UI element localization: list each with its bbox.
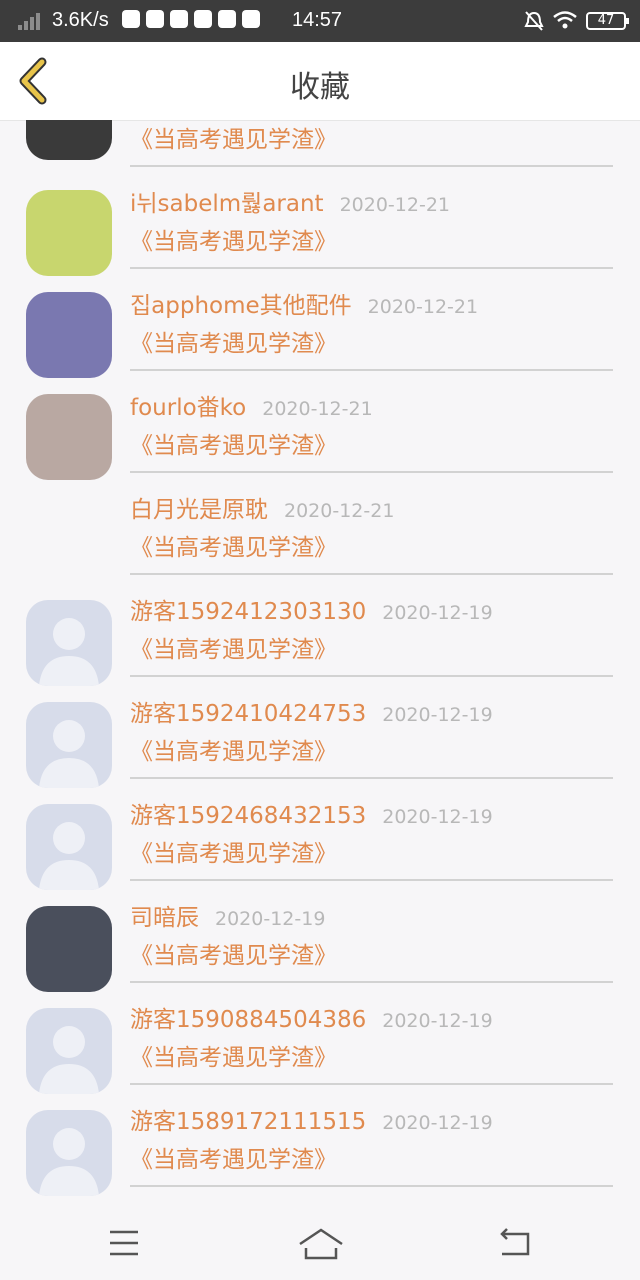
book-title: 《当高考遇见学渣》 — [130, 331, 337, 357]
signal-icon — [18, 12, 44, 30]
date: 2020-12-21 — [367, 296, 479, 318]
date: 2020-12-19 — [215, 908, 326, 930]
network-speed: 3.6K/s — [52, 9, 109, 31]
book-title: 《当高考遇见学渣》 — [130, 739, 337, 765]
list-item[interactable]: 游客1589172111515 2020-12-19 《当高考遇见学渣》 — [0, 1090, 640, 1196]
wifi-icon — [553, 11, 577, 29]
user-silhouette-icon — [39, 822, 99, 890]
user-name: 白月光是原耽 — [130, 497, 268, 523]
user-name: 집apphome其他配件 — [130, 293, 352, 319]
page-title: 收藏 — [290, 70, 350, 105]
divider — [130, 267, 613, 269]
date: 2020-12-21 — [339, 194, 450, 216]
wechat-icon — [146, 10, 164, 28]
date: 2020-12-19 — [382, 602, 493, 624]
book-title: 《当高考遇见学渣》 — [130, 127, 337, 153]
date: 2020-12-21 — [262, 398, 373, 420]
avatar — [26, 120, 112, 160]
divider — [130, 777, 613, 779]
cloud-icon — [170, 10, 188, 28]
battery-indicator: 47 — [586, 12, 629, 30]
return-icon — [500, 1228, 530, 1256]
user-name: fourlo畨ko — [130, 395, 247, 421]
app-notification-icon — [122, 10, 140, 28]
divider — [130, 879, 613, 881]
clock: 14:57 — [292, 9, 343, 31]
list-item[interactable]: fourlo畨ko 2020-12-21 《当高考遇见学渣》 — [0, 376, 640, 480]
menu-button[interactable] — [104, 1222, 144, 1262]
mail-icon — [194, 10, 212, 28]
return-button[interactable] — [496, 1222, 536, 1262]
user-name: 游客1592410424753 — [130, 701, 367, 727]
avatar — [26, 394, 112, 480]
default-avatar — [26, 804, 112, 890]
user-name: i뉘sabelm뤓arant — [130, 191, 324, 217]
home-icon — [299, 1228, 343, 1260]
crown-icon — [242, 10, 260, 28]
list-item[interactable]: i뉘sabelm뤓arant 2020-12-21 《当高考遇见学渣》 — [0, 172, 640, 276]
divider — [130, 471, 613, 473]
divider — [130, 1083, 613, 1085]
default-avatar — [26, 702, 112, 788]
menu-icon — [110, 1230, 138, 1256]
user-name: 游客1592412303130 — [130, 599, 367, 625]
list-item[interactable]: 司暗辰 2020-12-19 《当高考遇见学渣》 — [0, 886, 640, 992]
date: 2020-12-19 — [382, 1112, 493, 1134]
notification-icons — [122, 10, 260, 28]
divider — [130, 369, 613, 371]
divider — [130, 573, 613, 575]
mute-bell-icon — [524, 11, 544, 31]
book-title: 《当高考遇见学渣》 — [130, 1045, 337, 1071]
book-title: 《当高考遇见学渣》 — [130, 1147, 337, 1173]
divider — [130, 981, 613, 983]
divider — [130, 1185, 613, 1187]
user-name: 游客1590884504386 — [130, 1007, 367, 1033]
list-item[interactable]: 白月光是原耽 2020-12-21 《当高考遇见学渣》 — [0, 478, 640, 580]
list-item[interactable]: 游客1592412303130 2020-12-19 《当高考遇见学渣》 — [0, 580, 640, 686]
default-avatar — [26, 1008, 112, 1094]
list-item[interactable]: 游客1592410424753 2020-12-19 《当高考遇见学渣》 — [0, 682, 640, 788]
avatar — [26, 190, 112, 276]
status-bar: 3.6K/s 14:57 47 — [0, 0, 640, 42]
book-title: 《当高考遇见学渣》 — [130, 841, 337, 867]
list-item[interactable]: 游客1590884504386 2020-12-19 《当高考遇见学渣》 — [0, 988, 640, 1094]
user-silhouette-icon — [39, 1128, 99, 1196]
user-silhouette-icon — [39, 720, 99, 788]
home-button[interactable] — [298, 1222, 344, 1262]
list-item[interactable]: 집apphome其他配件 2020-12-21 《当高考遇见学渣》 — [0, 274, 640, 378]
default-avatar — [26, 1110, 112, 1196]
user-silhouette-icon — [39, 1026, 99, 1094]
book-title: 《当高考遇见学渣》 — [130, 535, 337, 561]
avatar — [26, 292, 112, 378]
user-name: 游客1592468432153 — [130, 803, 367, 829]
divider — [130, 165, 613, 167]
default-avatar — [26, 600, 112, 686]
user-name: 司暗辰 — [130, 905, 199, 931]
book-title: 《当高考遇见学渣》 — [130, 637, 337, 663]
date: 2020-12-19 — [382, 806, 493, 828]
date: 2020-12-21 — [284, 500, 395, 522]
avatar — [26, 906, 112, 992]
favorites-list: 《当高考遇见学渣》 i뉘sabelm뤓arant 2020-12-21 《当高考遇… — [0, 120, 640, 1202]
divider — [130, 675, 613, 677]
book-title: 《当高考遇见学渣》 — [130, 433, 337, 459]
browser-icon — [218, 10, 236, 28]
user-silhouette-icon — [39, 618, 99, 686]
date: 2020-12-19 — [382, 1010, 493, 1032]
list-item[interactable]: 《当高考遇见学渣》 — [0, 120, 640, 172]
book-title: 《当高考遇见学渣》 — [130, 229, 337, 255]
user-name: 游客1589172111515 — [130, 1109, 367, 1135]
book-title: 《当高考遇见学渣》 — [130, 943, 337, 969]
list-item[interactable]: 游客1592468432153 2020-12-19 《当高考遇见学渣》 — [0, 784, 640, 890]
date: 2020-12-19 — [382, 704, 493, 726]
system-nav-bar — [0, 1202, 640, 1280]
header-bar: 收藏 — [0, 42, 640, 121]
